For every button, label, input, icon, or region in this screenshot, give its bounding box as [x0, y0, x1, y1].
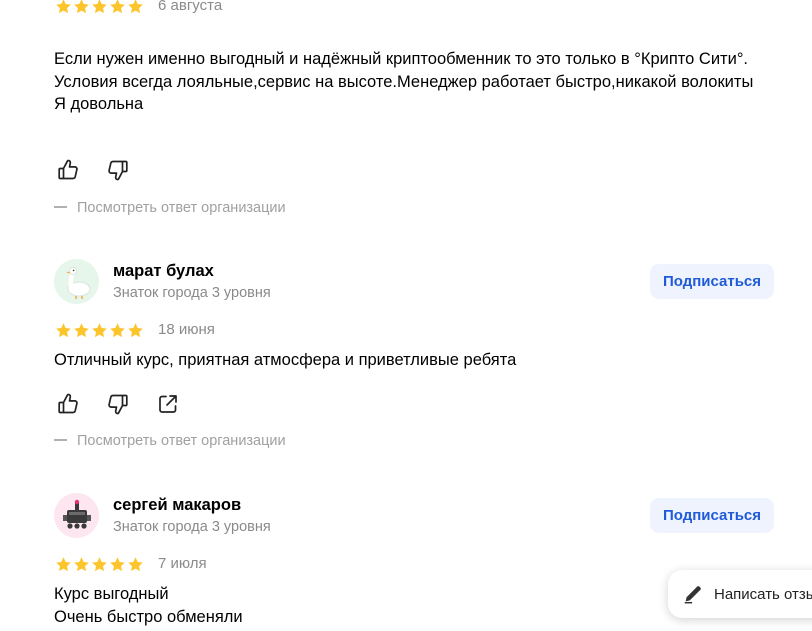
review-date: 18 июня: [158, 321, 215, 338]
thumbs-down-icon: [106, 392, 130, 416]
goose-avatar-icon: [66, 266, 91, 299]
star-icon: [109, 322, 126, 339]
rating-stars: [55, 0, 144, 15]
thumbs-down-icon: [106, 158, 130, 182]
dash-icon: [54, 439, 67, 441]
star-icon: [55, 0, 72, 15]
review-date: 6 августа: [158, 0, 223, 14]
author-name[interactable]: марат булах: [113, 262, 214, 281]
star-icon: [55, 322, 72, 339]
review-actions: [56, 158, 130, 182]
star-icon: [91, 322, 108, 339]
star-icon: [55, 556, 72, 573]
star-icon: [91, 556, 108, 573]
review-text: Отличный курс, приятная атмосфера и прив…: [54, 351, 517, 369]
thumbs-up-icon: [56, 158, 80, 182]
pencil-icon: [684, 586, 701, 604]
view-org-answer-link[interactable]: Посмотреть ответ организации: [54, 200, 286, 216]
subscribe-button[interactable]: Подписаться: [650, 498, 774, 533]
write-review-label: Написать отзыв: [714, 585, 812, 603]
rating-stars: [55, 556, 144, 573]
dislike-button[interactable]: [106, 392, 130, 416]
star-icon: [127, 556, 144, 573]
star-icon: [127, 0, 144, 15]
dash-icon: [54, 206, 67, 208]
star-icon: [73, 322, 90, 339]
view-org-answer-label: Посмотреть ответ организации: [77, 200, 286, 216]
write-review-button[interactable]: Написать отзыв: [668, 570, 812, 618]
review-date: 7 июля: [158, 555, 207, 572]
like-button[interactable]: [56, 158, 80, 182]
share-button[interactable]: [156, 392, 180, 416]
avatar[interactable]: [54, 493, 99, 538]
author-level: Знаток города 3 уровня: [113, 519, 271, 535]
review-text: Если нужен именно выгодный и надёжный кр…: [54, 50, 754, 113]
author-name[interactable]: сергей макаров: [113, 496, 241, 515]
star-icon: [91, 0, 108, 15]
star-icon: [127, 322, 144, 339]
share-icon: [156, 392, 180, 416]
author-level: Знаток города 3 уровня: [113, 285, 271, 301]
avatar[interactable]: [54, 259, 99, 304]
rating-stars: [55, 322, 144, 339]
robot-avatar-icon: [63, 499, 91, 529]
star-icon: [109, 0, 126, 15]
view-org-answer-label: Посмотреть ответ организации: [77, 433, 286, 449]
star-icon: [73, 0, 90, 15]
view-org-answer-link[interactable]: Посмотреть ответ организации: [54, 433, 286, 449]
star-icon: [109, 556, 126, 573]
dislike-button[interactable]: [106, 158, 130, 182]
thumbs-up-icon: [56, 392, 80, 416]
review-actions: [56, 392, 180, 416]
star-icon: [73, 556, 90, 573]
subscribe-button[interactable]: Подписаться: [650, 264, 774, 299]
like-button[interactable]: [56, 392, 80, 416]
